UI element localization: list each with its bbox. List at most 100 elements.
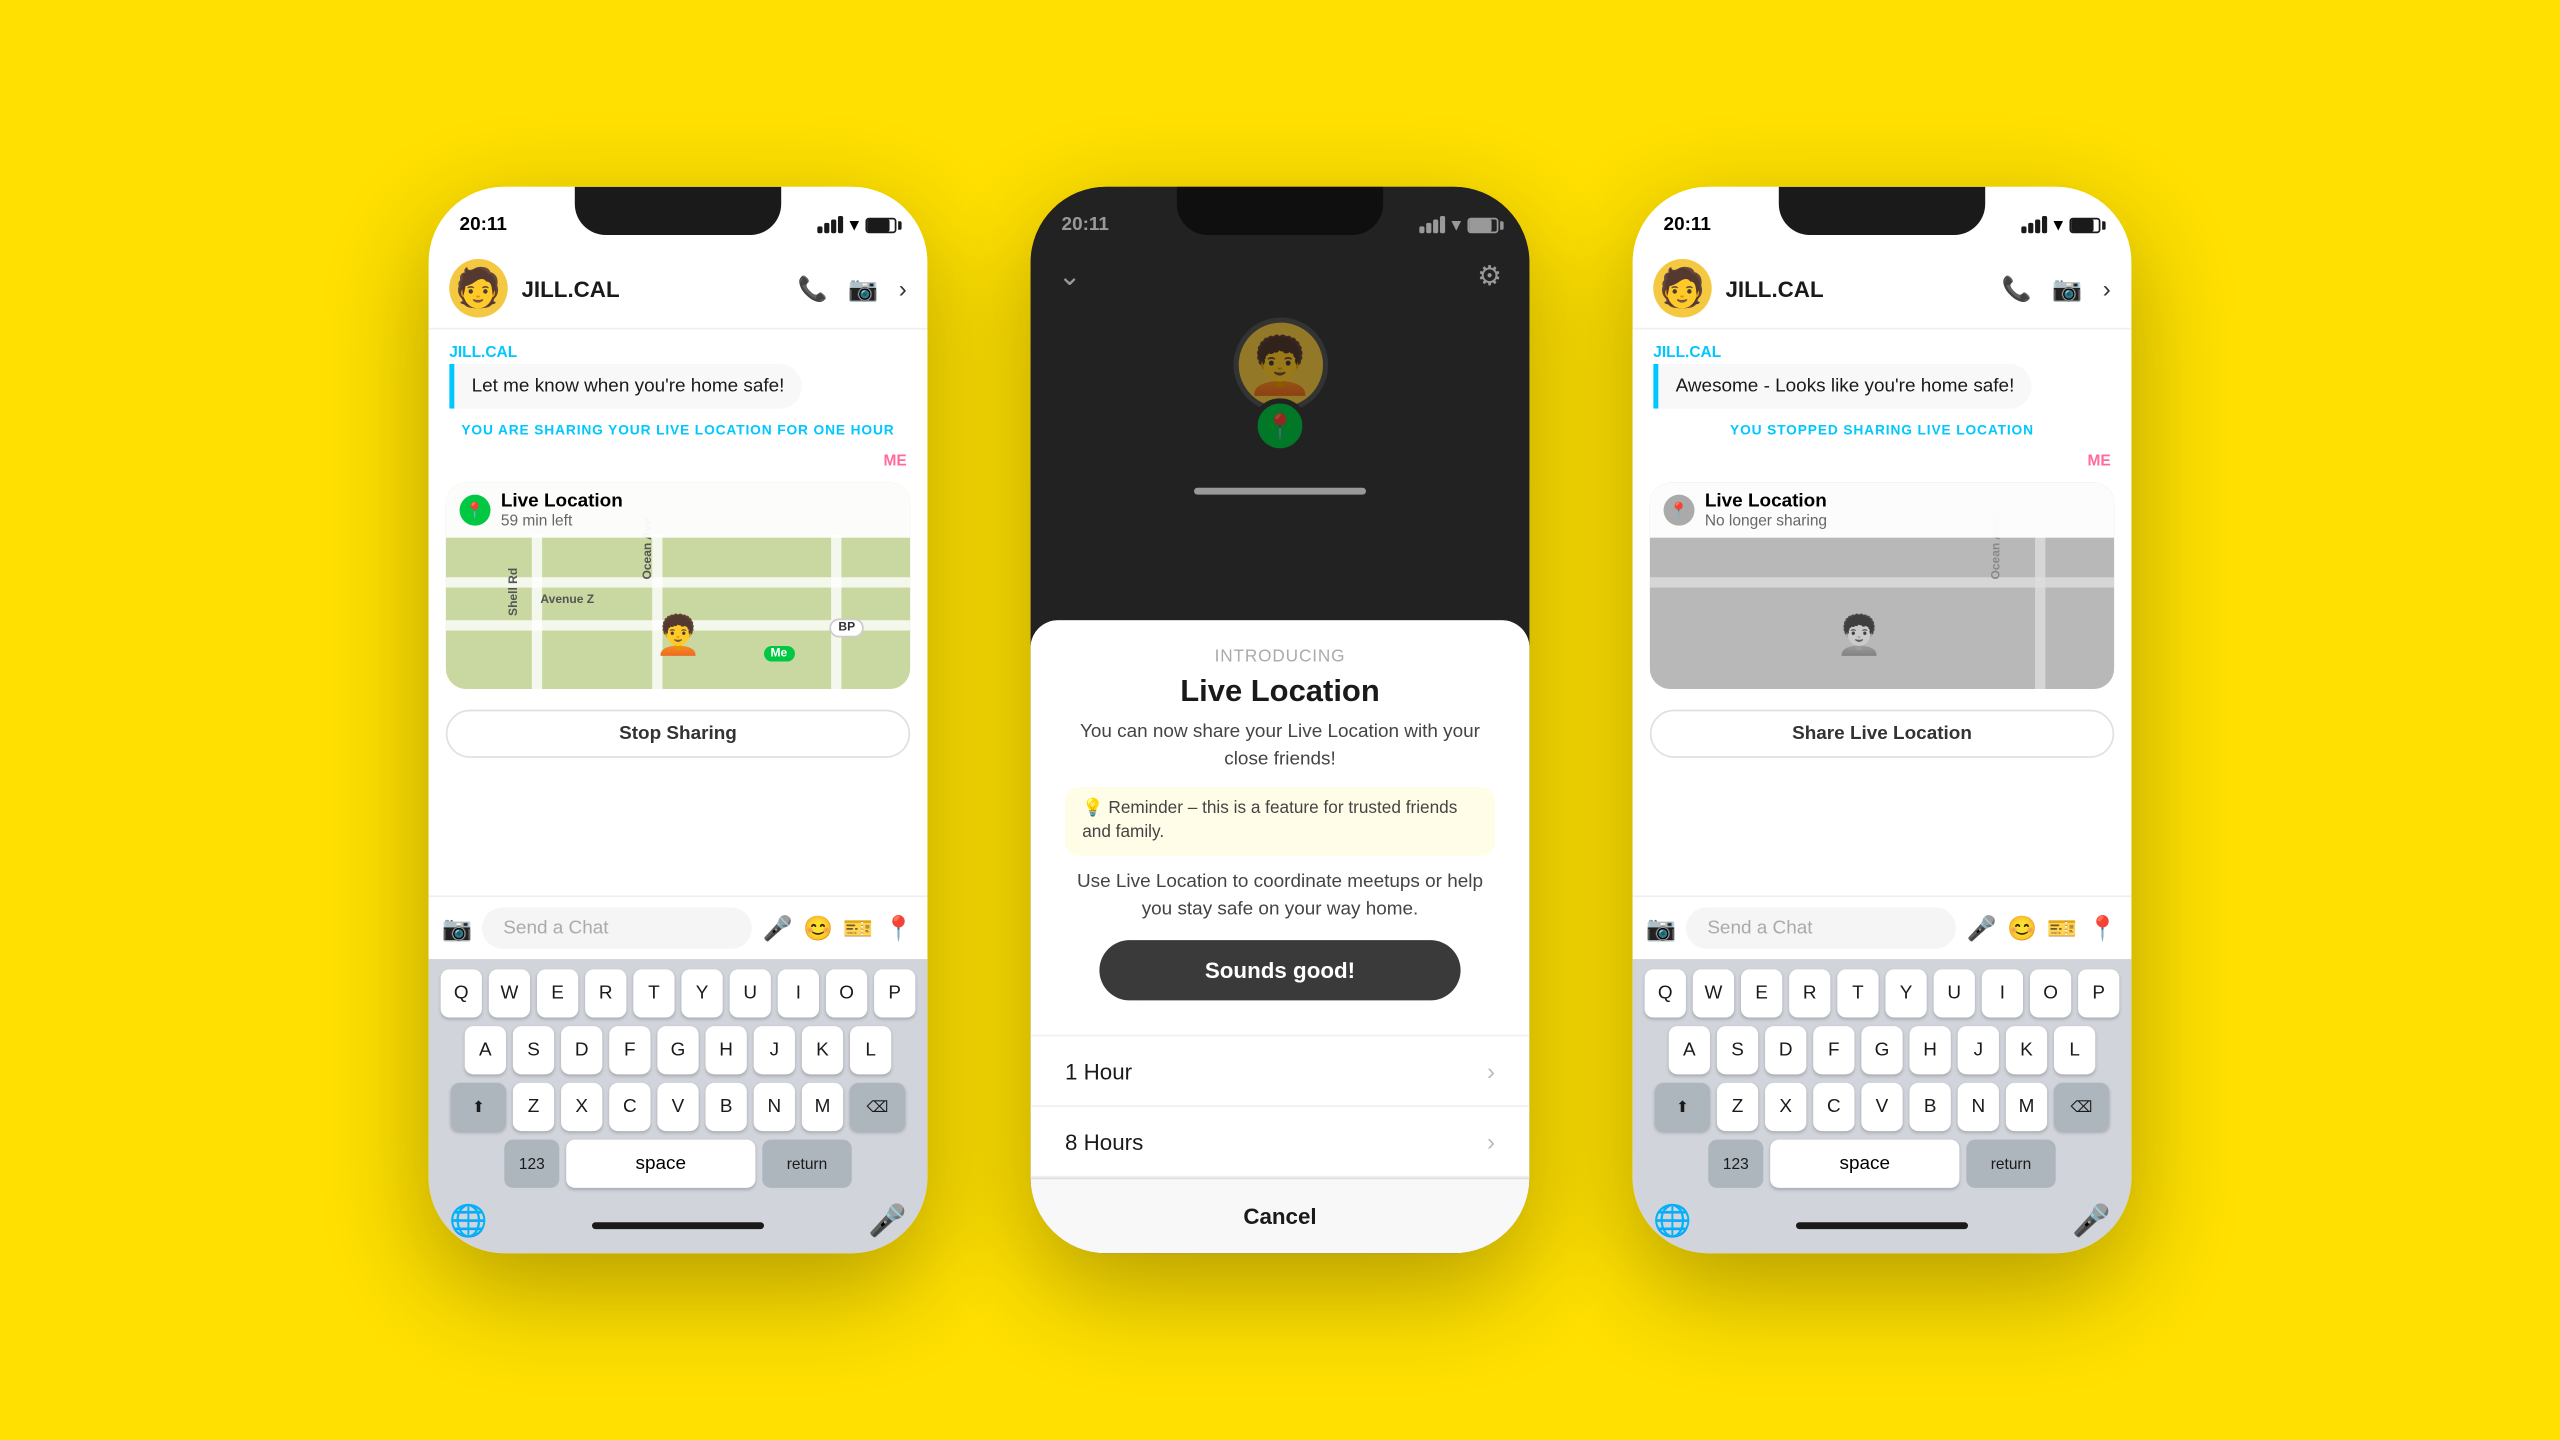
kb-emoji-icon[interactable]: 🌐 (449, 1203, 488, 1239)
key-c[interactable]: C (609, 1083, 650, 1131)
p3-kb-emoji-icon[interactable]: 🌐 (1653, 1203, 1692, 1239)
p3-key-p[interactable]: P (2078, 969, 2119, 1017)
sticker-icon[interactable]: 🎫 (843, 914, 873, 943)
p3-key-x[interactable]: X (1765, 1083, 1806, 1131)
key-x[interactable]: X (561, 1083, 602, 1131)
key-space[interactable]: space (566, 1140, 755, 1188)
p3-key-e[interactable]: E (1741, 969, 1782, 1017)
key-y[interactable]: Y (681, 969, 722, 1017)
key-s[interactable]: S (513, 1026, 554, 1074)
phone-1-notch (575, 187, 781, 235)
key-l[interactable]: L (850, 1026, 891, 1074)
phone-3-map-subtitle: No longer sharing (1705, 512, 1827, 529)
p3-key-g[interactable]: G (1861, 1026, 1902, 1074)
key-a[interactable]: A (465, 1026, 506, 1074)
key-g[interactable]: G (657, 1026, 698, 1074)
phone-3-chat-header: 🧑 JILL.CAL 📞 📷 › (1633, 249, 2132, 330)
p3-key-k[interactable]: K (2006, 1026, 2047, 1074)
emoji-icon[interactable]: 😊 (803, 914, 833, 943)
key-t[interactable]: T (633, 969, 674, 1017)
key-v[interactable]: V (657, 1083, 698, 1131)
key-delete[interactable]: ⌫ (850, 1083, 905, 1131)
key-r[interactable]: R (585, 969, 626, 1017)
share-location-button[interactable]: Share Live Location (1650, 710, 2114, 758)
key-i[interactable]: I (778, 969, 819, 1017)
key-123[interactable]: 123 (504, 1140, 559, 1188)
phone-icon[interactable]: 📞 (797, 274, 827, 303)
p3-key-t[interactable]: T (1837, 969, 1878, 1017)
phone-3-sender-name: JILL.CAL (1650, 343, 2032, 360)
p3-key-m[interactable]: M (2006, 1083, 2047, 1131)
p3-key-a[interactable]: A (1669, 1026, 1710, 1074)
key-shift[interactable]: ⬆ (451, 1083, 506, 1131)
sounds-good-button[interactable]: Sounds good! (1099, 940, 1460, 1000)
p3-key-l[interactable]: L (2054, 1026, 2095, 1074)
p3-key-q[interactable]: Q (1645, 969, 1686, 1017)
p3-key-c[interactable]: C (1813, 1083, 1854, 1131)
phone-3-location-icon[interactable]: 📍 (2088, 914, 2118, 943)
key-row-3: ⬆ Z X C V B N M ⌫ (435, 1083, 920, 1131)
phone-3-mic-icon[interactable]: 🎤 (1967, 914, 1997, 943)
p3-key-j[interactable]: J (1958, 1026, 1999, 1074)
phone-1-chat-input[interactable]: Send a Chat (483, 907, 753, 948)
video-icon[interactable]: 📷 (848, 274, 878, 303)
kb-mic-icon[interactable]: 🎤 (868, 1203, 907, 1239)
p3-key-b[interactable]: B (1910, 1083, 1951, 1131)
p3-key-delete[interactable]: ⌫ (2054, 1083, 2109, 1131)
p3-key-d[interactable]: D (1765, 1026, 1806, 1074)
key-k[interactable]: K (802, 1026, 843, 1074)
p3-key-space[interactable]: space (1770, 1140, 1959, 1188)
p3-key-r[interactable]: R (1789, 969, 1830, 1017)
p3-key-y[interactable]: Y (1885, 969, 1926, 1017)
stop-sharing-button[interactable]: Stop Sharing (446, 710, 910, 758)
p3-key-123[interactable]: 123 (1708, 1140, 1763, 1188)
phone-3-header-icons: 📞 📷 › (2001, 274, 2110, 303)
p3-key-f[interactable]: F (1813, 1026, 1854, 1074)
key-p[interactable]: P (874, 969, 915, 1017)
key-d[interactable]: D (561, 1026, 602, 1074)
phone-3-camera-icon[interactable]: 📷 (1646, 914, 1676, 943)
p3-key-s[interactable]: S (1717, 1026, 1758, 1074)
phone-3-sticker-icon[interactable]: 🎫 (2047, 914, 2077, 943)
key-j[interactable]: J (754, 1026, 795, 1074)
p3-kb-mic-icon[interactable]: 🎤 (2072, 1203, 2111, 1239)
key-q[interactable]: Q (441, 969, 482, 1017)
option-8hours[interactable]: 8 Hours › (1031, 1107, 1530, 1178)
p3-key-i[interactable]: I (1982, 969, 2023, 1017)
p3-key-v[interactable]: V (1861, 1083, 1902, 1131)
phone-3-emoji-icon[interactable]: 😊 (2007, 914, 2037, 943)
p3-key-return[interactable]: return (1966, 1140, 2055, 1188)
key-w[interactable]: W (489, 969, 530, 1017)
phone-3-more-icon[interactable]: › (2103, 275, 2111, 303)
option-1hour[interactable]: 1 Hour › (1031, 1036, 1530, 1107)
key-u[interactable]: U (730, 969, 771, 1017)
p3-key-h[interactable]: H (1910, 1026, 1951, 1074)
p3-key-shift[interactable]: ⬆ (1655, 1083, 1710, 1131)
phone-3-video-icon[interactable]: 📷 (2052, 274, 2082, 303)
phone-3-notch (1779, 187, 1985, 235)
p3-key-u[interactable]: U (1934, 969, 1975, 1017)
key-b[interactable]: B (706, 1083, 747, 1131)
key-e[interactable]: E (537, 969, 578, 1017)
more-icon[interactable]: › (899, 275, 907, 303)
phone-1-username: JILL.CAL (521, 275, 797, 301)
p3-key-z[interactable]: Z (1717, 1083, 1758, 1131)
mic-icon[interactable]: 🎤 (763, 914, 793, 943)
key-h[interactable]: H (706, 1026, 747, 1074)
key-return[interactable]: return (762, 1140, 851, 1188)
p3-key-n[interactable]: N (1958, 1083, 1999, 1131)
key-m[interactable]: M (802, 1083, 843, 1131)
camera-input-icon[interactable]: 📷 (442, 914, 472, 943)
key-row-4: 123 space return (435, 1140, 920, 1188)
p3-key-w[interactable]: W (1693, 969, 1734, 1017)
key-n[interactable]: N (754, 1083, 795, 1131)
phone-3-phone-icon[interactable]: 📞 (2001, 274, 2031, 303)
phone-3-chat-input[interactable]: Send a Chat (1687, 907, 1957, 948)
cancel-button[interactable]: Cancel (1031, 1178, 1530, 1254)
p3-key-o[interactable]: O (2030, 969, 2071, 1017)
phone-3-signal (2021, 216, 2047, 233)
key-f[interactable]: F (609, 1026, 650, 1074)
key-o[interactable]: O (826, 969, 867, 1017)
key-z[interactable]: Z (513, 1083, 554, 1131)
location-icon[interactable]: 📍 (884, 914, 914, 943)
